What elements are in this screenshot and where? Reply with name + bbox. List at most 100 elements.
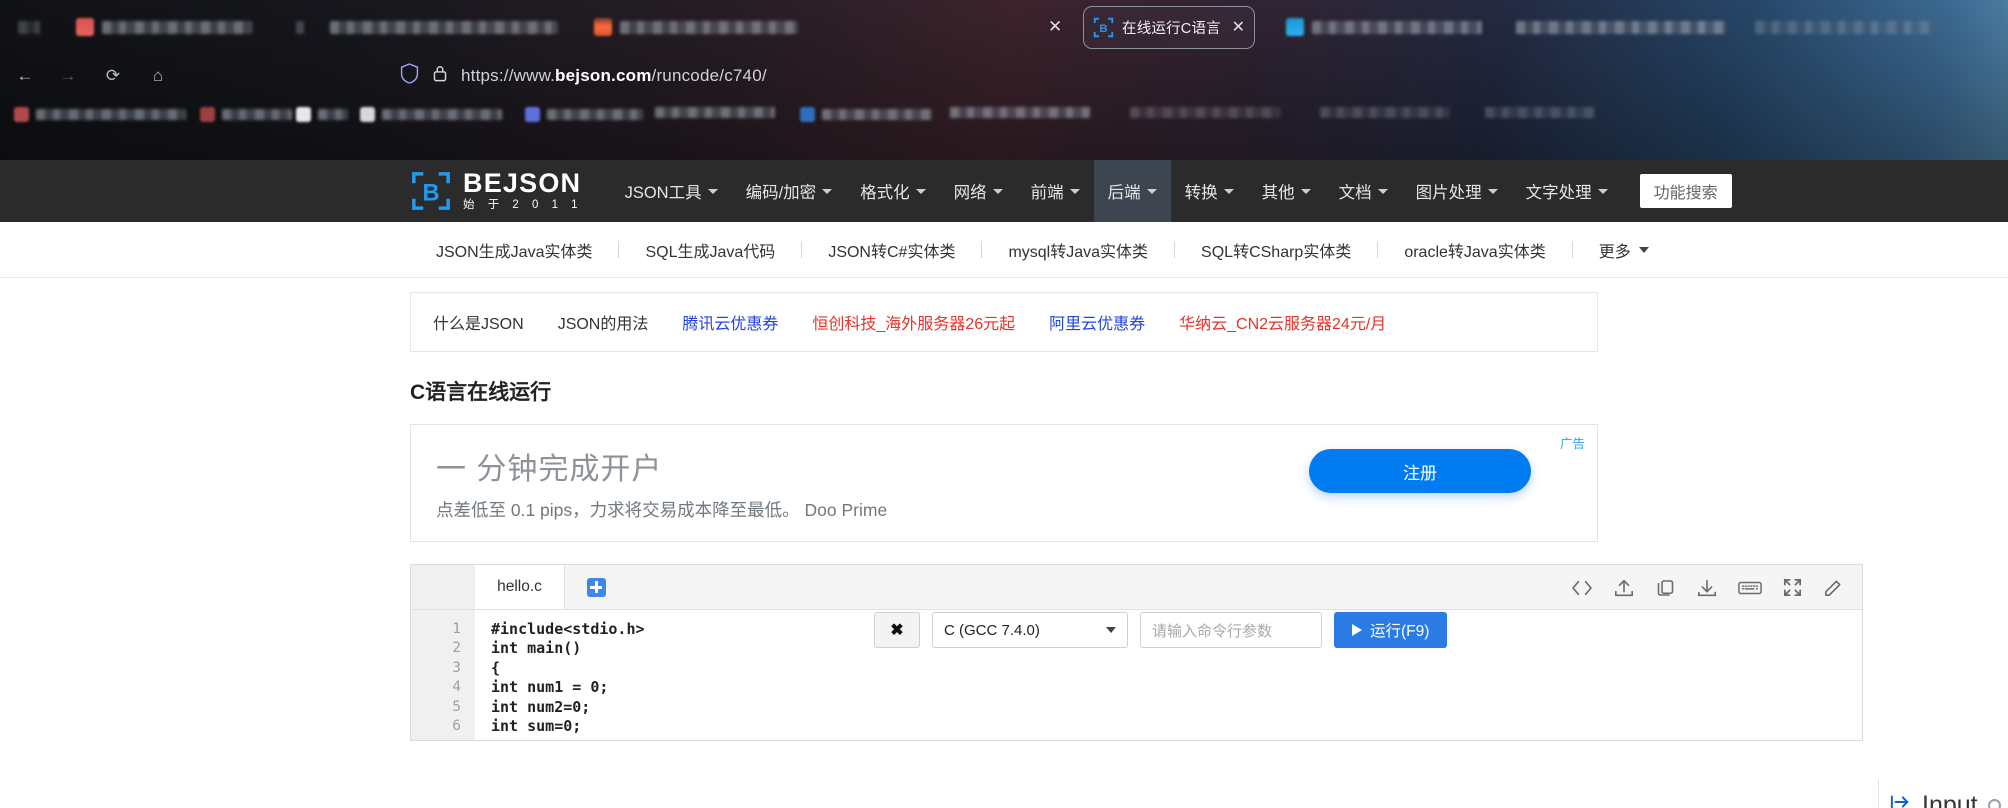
subnav-item-sql-to-java[interactable]: SQL生成Java代码 [619,238,801,262]
editor-add-tab-button[interactable] [565,565,627,609]
mainnav-label: 其他 [1261,184,1295,202]
tab-list-button[interactable] [8,10,50,44]
link-hengchuang-server[interactable]: 恒创科技_海外服务器26元起 [812,310,1015,334]
subnav-item-oracle-to-java[interactable]: oracle转Java实体类 [1378,238,1571,262]
mainnav-item-backend[interactable]: 后端 [1093,160,1171,222]
bookmark-item[interactable] [1320,107,1450,118]
editor-file-tab-hello-c[interactable]: hello.c [475,565,565,609]
download-icon[interactable] [1696,578,1718,598]
site-logo[interactable]: B BEJSON 始 于 2 0 1 1 [410,170,583,212]
command-args-input[interactable]: 请输入命令行参数 [1140,612,1322,648]
bookmark-item[interactable] [200,107,292,122]
link-aliyun-coupon[interactable]: 阿里云优惠券 [1049,310,1145,334]
mainnav-item-encode[interactable]: 编码/加密 [732,160,847,222]
back-button[interactable]: ← [10,61,40,91]
bookmark-item[interactable] [1130,107,1280,118]
background-tab-5[interactable] [1276,10,1496,44]
edit-icon[interactable] [1823,577,1844,598]
language-select[interactable]: C (GCC 7.4.0) [932,612,1128,648]
shield-icon[interactable] [400,63,419,89]
subnav-more-button[interactable]: 更多 [1573,238,1675,262]
code-brackets-icon[interactable] [1571,579,1593,597]
subnav-item-json-to-java[interactable]: JSON生成Java实体类 [410,238,618,262]
mainnav-item-json-tools[interactable]: JSON工具 [611,160,732,222]
chevron-down-icon [1106,627,1116,633]
logo-subtitle: 始 于 2 0 1 1 [463,199,583,212]
chevron-down-icon [992,188,1003,194]
line-number: 6 [452,718,461,735]
mainnav-item-frontend[interactable]: 前端 [1017,160,1094,222]
main-nav: JSON工具 编码/加密 格式化 网络 前端 后端 转换 其他 文档 图片处理 … [611,160,1732,222]
bookmark-item[interactable] [360,107,502,122]
bejson-logo-icon: B [410,170,452,212]
promo-link-bar: 什么是JSON JSON的用法 腾讯云优惠券 恒创科技_海外服务器26元起 阿里… [410,292,1598,352]
mainnav-item-network[interactable]: 网络 [940,160,1017,222]
home-button[interactable]: ⌂ [143,61,173,91]
background-tab-close-icon[interactable]: ✕ [1048,17,1062,37]
browser-chrome: ✕ B 在线运行C语言 ✕ ← → ⟳ ⌂ https://www.bejson… [0,0,2008,160]
background-tab-6[interactable] [1506,10,1736,44]
mainnav-label: JSON工具 [624,184,702,202]
run-button-label: 运行(F9) [1370,623,1430,640]
background-tab-7[interactable] [1745,10,1945,44]
line-number: 5 [452,698,461,715]
line-number: 1 [452,621,461,637]
bookmark-item[interactable] [800,107,932,122]
mainnav-item-format[interactable]: 格式化 [846,160,940,222]
active-tab-close-icon[interactable]: ✕ [1232,19,1245,36]
url-text[interactable]: https://www.bejson.com/runcode/c740/ [461,66,767,86]
redacted-tab-title [330,20,558,34]
link-what-is-json[interactable]: 什么是JSON [433,310,524,334]
bookmark-item[interactable] [950,107,1090,118]
active-tab-title: 在线运行C语言 [1122,21,1221,37]
mainnav-item-image[interactable]: 图片处理 [1402,160,1512,222]
background-tab-1[interactable] [66,10,282,44]
logo-text-block: BEJSON 始 于 2 0 1 1 [463,170,583,212]
line-number-gutter: 1 2 3 4 5 6 [411,610,475,740]
circle-icon[interactable] [1987,798,2001,808]
mainnav-item-convert[interactable]: 转换 [1171,160,1248,222]
chevron-down-icon [915,188,926,194]
code-line: { [491,658,501,677]
chevron-down-icon [1146,188,1157,194]
bookmark-item[interactable] [1485,107,1595,118]
subnav-item-mysql-to-java[interactable]: mysql转Java实体类 [982,238,1174,262]
redacted-favicon [594,18,612,36]
keyboard-icon[interactable] [1738,579,1762,597]
advertisement-banner[interactable]: 广告 一 分钟完成开户 点差低至 0.1 pips，力求将交易成本降至最低。 D… [410,424,1598,542]
code-line: int sum=0; [491,717,582,736]
upload-icon[interactable] [1613,578,1635,598]
mainnav-label: 文档 [1338,184,1372,202]
bookmark-item[interactable] [296,107,348,122]
link-huanayun-server[interactable]: 华纳云_CN2云服务器24元/月 [1179,310,1386,334]
chevron-down-icon [1300,188,1311,194]
active-tab[interactable]: B 在线运行C语言 ✕ [1083,6,1255,49]
fullscreen-icon[interactable] [1782,577,1803,598]
redacted-tab-icon [18,20,40,34]
subnav-item-json-to-csharp[interactable]: JSON转C#实体类 [802,238,981,262]
background-tab-3[interactable] [320,10,570,44]
mainnav-item-other[interactable]: 其他 [1248,160,1325,222]
chevron-down-icon [822,188,833,194]
ad-register-button[interactable]: 注册 [1309,449,1531,493]
bookmark-item[interactable] [14,107,186,122]
reload-button[interactable]: ⟳ [98,61,128,91]
bookmark-item[interactable] [525,107,643,122]
background-tab-4[interactable] [584,10,814,44]
mainnav-item-text[interactable]: 文字处理 [1512,160,1622,222]
link-json-usage[interactable]: JSON的用法 [558,310,649,334]
redacted-favicon [76,18,94,36]
bookmark-item[interactable] [655,107,775,118]
background-tab-2[interactable] [286,10,314,44]
forward-button[interactable]: → [53,61,83,91]
chevron-down-icon [707,188,718,194]
run-button[interactable]: 运行(F9) [1334,612,1448,648]
address-bar[interactable]: https://www.bejson.com/runcode/c740/ [400,58,1580,94]
function-search-input[interactable]: 功能搜索 [1639,174,1732,208]
subnav-item-sql-to-csharp[interactable]: SQL转CSharp实体类 [1175,238,1377,262]
clear-code-button[interactable]: ✖ [874,612,920,648]
redacted-tab-title [620,20,798,34]
copy-icon[interactable] [1655,578,1676,598]
mainnav-item-docs[interactable]: 文档 [1325,160,1402,222]
link-tencent-cloud-coupon[interactable]: 腾讯云优惠券 [682,310,778,334]
